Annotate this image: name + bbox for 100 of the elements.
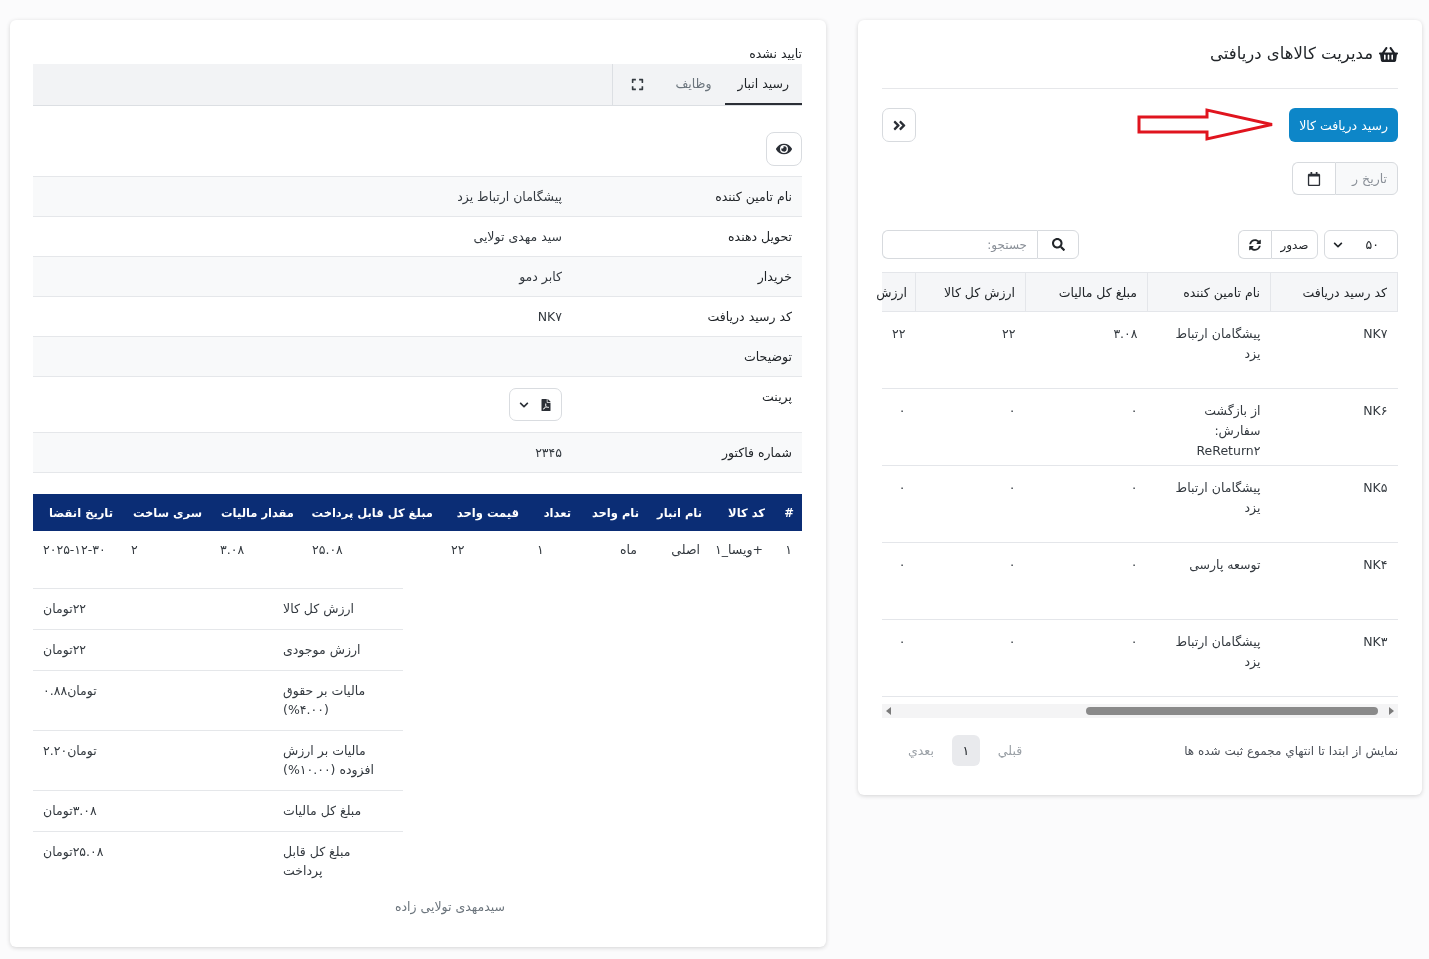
tab[interactable]: رسید انبار <box>724 64 802 105</box>
table-cell: ۰ <box>915 542 1026 620</box>
table-cell: ۰ <box>915 619 1026 697</box>
total-value: ۳.۰۸تومان <box>33 790 273 832</box>
panel-title: مدیریت کالاهای دریافتی <box>1210 43 1373 66</box>
table-cell: ۰ <box>881 619 916 697</box>
table-cell: ۳.۰۸ <box>1025 311 1148 389</box>
column-header: تاریخ انقضا <box>33 494 121 531</box>
field-value: پیشگامان ارتباط یزد <box>457 189 562 204</box>
column-header: نام انبار <box>647 494 710 531</box>
table-cell: پیشگامان ارتباط یزد <box>1147 619 1271 697</box>
field-label: شماره فاکتور <box>721 445 792 460</box>
column-header: کد کالا <box>710 494 773 531</box>
eye-icon <box>776 141 792 157</box>
total-label: مبلغ کل مالیات <box>273 790 403 832</box>
field-value: NK۷ <box>537 309 562 324</box>
column-header: # <box>773 494 802 531</box>
signature-name: سیدمهدی تولایی زاده <box>394 899 506 914</box>
basket-icon <box>1379 44 1398 64</box>
tab[interactable]: وظایف <box>662 64 725 105</box>
table-cell: پیشگامان ارتباط یزد <box>1147 465 1271 543</box>
field-label: پرینت <box>762 389 792 404</box>
table-cell: اصلی <box>647 531 710 567</box>
table-cell: NK۶ <box>1270 388 1398 466</box>
table-cell: ۲۲ <box>881 311 916 389</box>
table-cell: ۲۰۲۵-۱۲-۳۰ <box>33 531 121 567</box>
search-field[interactable]: جستجو: <box>882 230 1037 259</box>
horizontal-scrollbar[interactable] <box>882 704 1398 718</box>
column-header: مبلغ کل قابل پرداخت <box>302 494 441 531</box>
records-info-text: نمایش از ابتدا تا انتهاي مجموع ثبت شده ها <box>1184 743 1398 758</box>
column-header[interactable]: نام تامین کننده <box>1147 272 1271 312</box>
new-receipt-button[interactable]: رسید دریافت کالا <box>1289 108 1398 142</box>
column-header: نام واحد <box>579 494 647 531</box>
page-size-select[interactable]: ۵۰ <box>1324 230 1398 259</box>
total-label: ارزش موجودی <box>273 629 403 671</box>
view-button[interactable] <box>766 132 802 166</box>
refresh-icon <box>1249 238 1261 251</box>
pdf-file-icon <box>540 398 552 411</box>
total-value: تومان۰.۸۸ <box>33 670 273 731</box>
total-value: تومان۲.۲۰ <box>33 730 273 791</box>
table-cell: ۰ <box>1025 619 1148 697</box>
print-dropdown-button[interactable] <box>509 388 562 421</box>
column-header: تعداد <box>527 494 579 531</box>
table-cell: ماه <box>579 531 647 567</box>
table-cell: ۳.۰۸ <box>210 531 302 567</box>
outline-arrow-icon <box>1137 108 1275 142</box>
table-cell: ۰ <box>881 542 916 620</box>
column-header[interactable]: مبلغ کل مالیات <box>1025 272 1148 312</box>
table-cell: ۰ <box>915 465 1026 543</box>
table-cell: ۱ <box>773 531 802 567</box>
field-label: خریدار <box>757 269 792 284</box>
table-cell: NK۵ <box>1270 465 1398 543</box>
table-cell: توسعه پارسی <box>1147 542 1271 620</box>
total-label: مبلغ کل قابل پرداخت <box>273 831 403 891</box>
date-field[interactable]: تاریخ ر <box>1335 162 1398 195</box>
search-button[interactable] <box>1037 230 1079 259</box>
table-cell: ۰ <box>881 388 916 466</box>
table-cell: ۰ <box>1025 388 1148 466</box>
table-cell: NK۴ <box>1270 542 1398 620</box>
field-value: ۲۳۴۵ <box>535 445 562 460</box>
status-text: تایید نشده <box>748 45 802 63</box>
chevron-down-icon <box>1333 239 1343 250</box>
total-label: مالیات بر ارزش افزوده (۱۰.۰۰%) <box>273 730 403 791</box>
fullscreen-icon <box>630 78 644 91</box>
table-cell: ۲ <box>121 531 210 567</box>
total-label: ارزش کل کالا <box>273 588 403 630</box>
calendar-icon <box>1307 171 1321 186</box>
field-label: نام تامین کننده <box>715 189 792 204</box>
table-cell: ۱ <box>527 531 579 567</box>
table-cell: ۲۵.۰۸ <box>302 531 441 567</box>
field-label: تحویل دهنده <box>728 229 792 244</box>
table-cell: ۰ <box>915 388 1026 466</box>
field-value: کابر دمو <box>519 269 562 284</box>
table-cell: ۲۲ <box>441 531 527 567</box>
table-cell: NK۳ <box>1270 619 1398 697</box>
total-label: مالیات بر حقوق (۴.۰۰%) <box>273 670 403 731</box>
column-header: سری ساخت <box>121 494 210 531</box>
total-value: ۲۲تومان <box>33 588 273 630</box>
export-button[interactable]: صدور <box>1271 230 1318 259</box>
column-header: مقدار مالیات <box>210 494 302 531</box>
total-value: ۲۲تومان <box>33 629 273 671</box>
table-cell: ۰ <box>881 465 916 543</box>
double-chevron-button[interactable] <box>882 108 916 142</box>
table-cell: +ویسا_۱ <box>710 531 773 567</box>
total-value: ۲۵.۰۸تومان <box>33 831 273 891</box>
table-cell: NK۷ <box>1270 311 1398 389</box>
table-cell: ۰ <box>1025 465 1148 543</box>
column-header: قیمت واحد <box>441 494 527 531</box>
search-icon <box>1051 238 1065 251</box>
calendar-button[interactable] <box>1292 162 1335 195</box>
table-cell: از بازگشت سفارش: ReReturn۲ <box>1147 388 1271 466</box>
table-cell: ۰ <box>1025 542 1148 620</box>
table-cell: پیشگامان ارتباط یزد <box>1147 311 1271 389</box>
field-value: سید مهدی تولایی <box>473 229 562 244</box>
refresh-button[interactable] <box>1238 230 1271 259</box>
chevron-down-icon <box>519 399 529 410</box>
page-button[interactable]: ۱ <box>951 735 980 766</box>
column-header[interactable]: کد رسید دریافت <box>1270 272 1398 312</box>
field-label: کد رسید دریافت <box>707 309 792 324</box>
column-header[interactable]: ارزش کل کالا <box>915 272 1026 312</box>
